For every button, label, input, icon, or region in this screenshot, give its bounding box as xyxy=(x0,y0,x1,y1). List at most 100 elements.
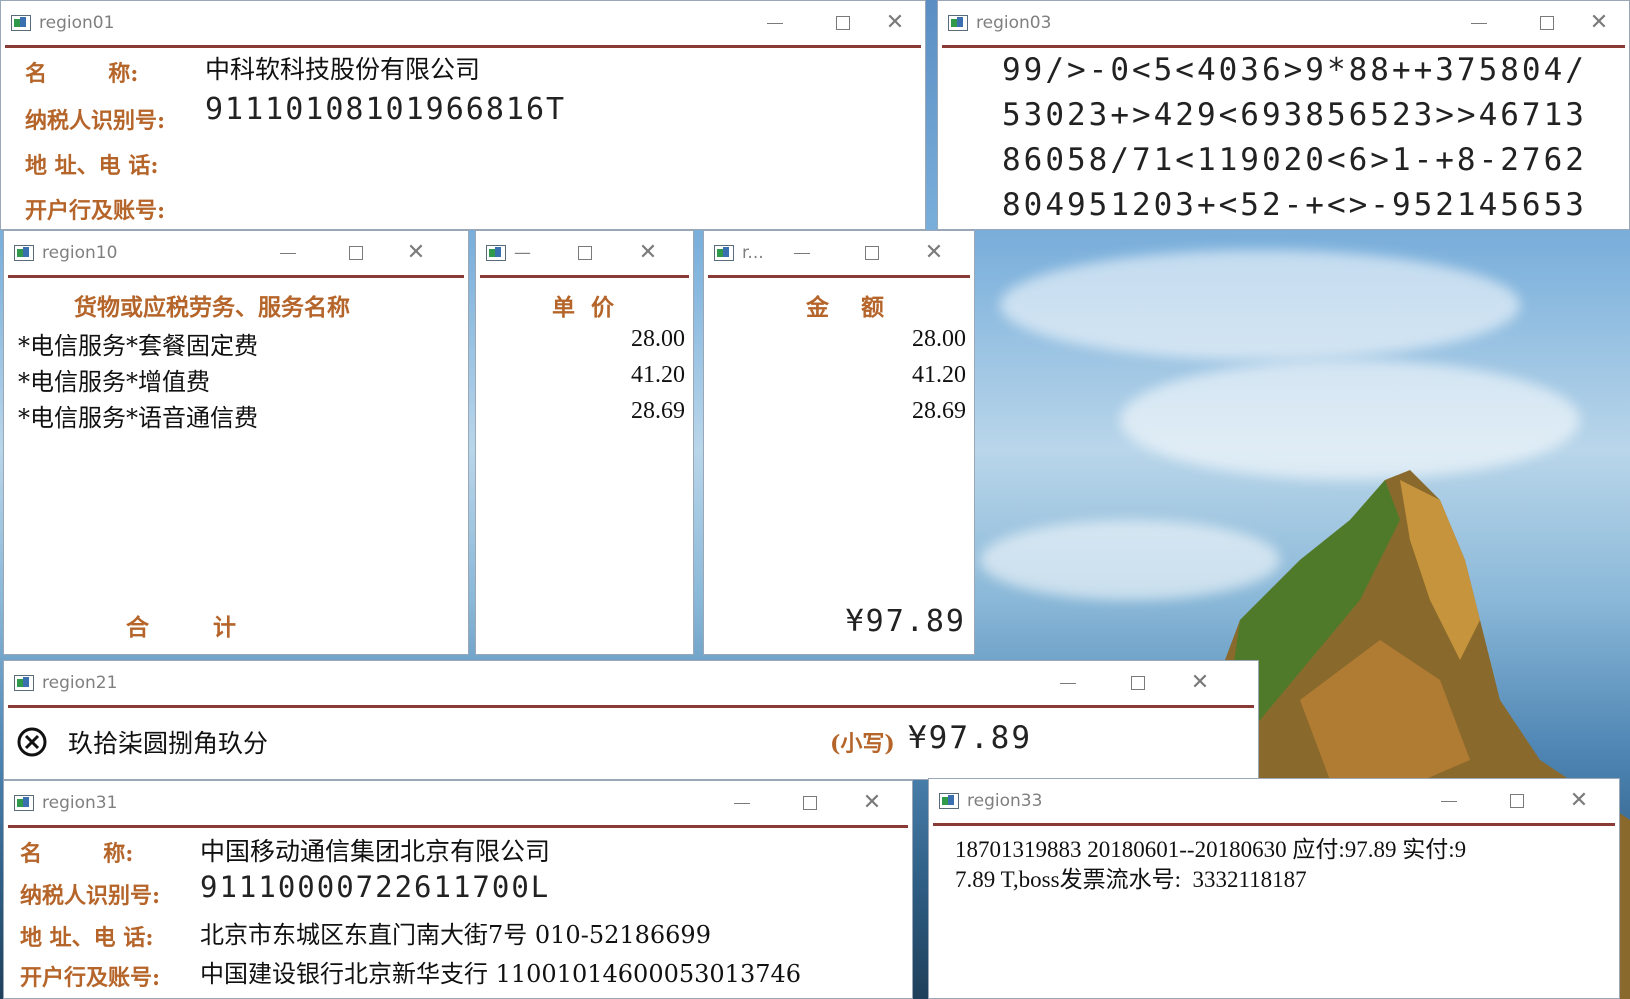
unit-price-value: 41.20 xyxy=(631,362,685,388)
close-icon[interactable]: ✕ xyxy=(1569,1,1629,45)
close-icon[interactable]: ✕ xyxy=(904,231,964,275)
maximize-icon[interactable] xyxy=(1527,1,1567,45)
maximize-icon[interactable] xyxy=(823,1,863,45)
unit-price-header: 单 价 xyxy=(552,294,615,321)
titlebar[interactable]: region31 ✕ xyxy=(4,781,912,825)
goods-header: 货物或应税劳务、服务名称 xyxy=(74,294,350,321)
app-window-icon xyxy=(939,793,959,809)
amount-column: 金 额 28.00 41.20 28.69 ¥97.89 xyxy=(708,275,970,650)
amount-in-words: 玖拾柒圆捌角玖分 xyxy=(68,729,269,758)
seller-tax-id-value: 91110000722611700L xyxy=(200,870,551,904)
close-icon[interactable]: ✕ xyxy=(386,231,446,275)
window-unit-price[interactable]: — ✕ 单 价 28.00 41.20 28.69 xyxy=(475,230,694,655)
total-row: 玖拾柒圆捌角玖分 (小写) ¥97.89 xyxy=(8,705,1254,775)
maximize-icon[interactable] xyxy=(565,231,605,275)
window-region33[interactable]: region33 ✕ 18701319883 20180601--2018063… xyxy=(928,778,1620,999)
window-title: r... xyxy=(742,243,764,263)
unit-price-value: 28.69 xyxy=(631,398,685,424)
amount-total: ¥97.89 xyxy=(845,604,966,639)
titlebar[interactable]: — ✕ xyxy=(476,231,693,275)
minimize-icon[interactable] xyxy=(1459,1,1499,45)
unit-price-column: 单 价 28.00 41.20 28.69 xyxy=(480,275,689,650)
remarks-line: 7.89 T,boss发票流水号: 3332118187 xyxy=(955,867,1307,892)
minimize-icon[interactable] xyxy=(268,231,308,275)
amount-value: 28.69 xyxy=(912,398,966,424)
minimize-icon[interactable] xyxy=(755,1,795,45)
titlebar[interactable]: region03 ✕ xyxy=(938,1,1629,45)
titlebar[interactable]: region21 ✕ xyxy=(4,661,1258,705)
maximize-icon[interactable] xyxy=(790,781,830,825)
address-label: 地 址、电 话: xyxy=(25,153,159,179)
amount-value: 41.20 xyxy=(912,362,966,388)
app-window-icon xyxy=(11,15,31,31)
minimize-icon[interactable] xyxy=(782,231,822,275)
window-region10[interactable]: region10 ✕ 货物或应税劳务、服务名称 *电信服务*套餐固定费 *电信服… xyxy=(3,230,469,655)
app-window-icon xyxy=(486,245,506,261)
close-icon[interactable]: ✕ xyxy=(1549,779,1609,823)
name-label: 名 称: xyxy=(25,61,139,87)
tax-id-label: 纳税人识别号: xyxy=(25,108,166,134)
titlebar[interactable]: r... ✕ xyxy=(704,231,974,275)
bank-label: 开户行及账号: xyxy=(25,198,166,224)
seller-tax-id-label: 纳税人识别号: xyxy=(20,883,161,909)
close-icon[interactable]: ✕ xyxy=(842,781,902,825)
seller-info: 名 称: 中国移动通信集团北京有限公司 纳税人识别号: 911100007226… xyxy=(8,825,908,994)
remarks-area: 18701319883 20180601--20180630 应付:97.89 … xyxy=(933,823,1615,994)
maximize-icon[interactable] xyxy=(336,231,376,275)
window-title: region21 xyxy=(42,673,118,693)
cipher-line: 53023+>429<69385652З>>46713 xyxy=(1002,97,1587,133)
unit-price-value: 28.00 xyxy=(631,326,685,352)
maximize-icon[interactable] xyxy=(1118,661,1158,705)
seller-name-label: 名 称: xyxy=(20,841,134,867)
cipher-area: 99/>-0<5<4036>9*88++375804/ 53023+>429<6… xyxy=(942,45,1625,225)
close-icon[interactable]: ✕ xyxy=(623,231,673,275)
app-window-icon xyxy=(948,15,968,31)
app-window-icon xyxy=(14,795,34,811)
minimize-icon[interactable] xyxy=(722,781,762,825)
titlebar[interactable]: region01 ✕ xyxy=(1,1,925,45)
window-title: region03 xyxy=(976,13,1052,33)
app-window-icon xyxy=(714,245,734,261)
remarks-line: 18701319883 20180601--20180630 应付:97.89 … xyxy=(955,837,1467,862)
seller-name-value: 中国移动通信集团北京有限公司 xyxy=(200,837,551,866)
window-title: region33 xyxy=(967,791,1043,811)
seller-address-label: 地 址、电 话: xyxy=(20,925,154,951)
minimize-icon[interactable] xyxy=(1048,661,1088,705)
window-amount[interactable]: r... ✕ 金 额 28.00 41.20 28.69 ¥97.89 xyxy=(703,230,975,655)
maximize-icon[interactable] xyxy=(1497,779,1537,823)
amount-header: 金 额 xyxy=(806,294,885,321)
minimize-icon[interactable] xyxy=(1429,779,1469,823)
cipher-line: 86058/71<119020<6>1-+8-2762 xyxy=(1002,142,1587,178)
close-icon[interactable]: ✕ xyxy=(1170,661,1230,705)
window-title: region31 xyxy=(42,793,118,813)
goods-item: *电信服务*增值费 xyxy=(18,368,210,396)
seller-bank-label: 开户行及账号: xyxy=(20,965,161,991)
window-title: region01 xyxy=(39,13,115,33)
window-region03[interactable]: region03 ✕ 99/>-0<5<4036>9*88++375804/ 5… xyxy=(937,0,1630,230)
window-title: — xyxy=(514,243,531,263)
window-region31[interactable]: region31 ✕ 名 称: 中国移动通信集团北京有限公司 纳税人识别号: 9… xyxy=(3,780,913,999)
total-label: 合 计 xyxy=(126,614,237,641)
cipher-line: 804951203+<52-+<>-952145653 xyxy=(1002,187,1587,223)
titlebar[interactable]: region33 ✕ xyxy=(929,779,1619,823)
close-icon[interactable]: ✕ xyxy=(865,1,925,45)
circle-x-icon xyxy=(17,727,47,757)
goods-item: *电信服务*语音通信费 xyxy=(18,404,258,432)
goods-item: *电信服务*套餐固定费 xyxy=(18,332,258,360)
seller-address-value: 北京市东城区东直门南大街7号 010-52186699 xyxy=(200,921,711,949)
cipher-line: 99/>-0<5<4036>9*88++375804/ xyxy=(1002,52,1587,88)
window-region01[interactable]: region01 ✕ 名 称: 中科软科技股份有限公司 纳税人识别号: 9111… xyxy=(0,0,926,230)
seller-bank-value: 中国建设银行北京新华支行 11001014600053013746 xyxy=(200,960,802,988)
window-content: 名 称: 中科软科技股份有限公司 纳税人识别号: 911101081019668… xyxy=(5,45,921,225)
tax-id-value: 91110108101966816T xyxy=(205,92,567,127)
small-amount-label: (小写) xyxy=(830,731,895,757)
app-window-icon xyxy=(14,245,34,261)
window-title: region10 xyxy=(42,243,118,263)
maximize-icon[interactable] xyxy=(852,231,892,275)
app-window-icon xyxy=(14,675,34,691)
window-region21[interactable]: region21 ✕ 玖拾柒圆捌角玖分 (小写) ¥97.89 xyxy=(3,660,1259,780)
amount-value: 28.00 xyxy=(912,326,966,352)
titlebar[interactable]: region10 ✕ xyxy=(4,231,468,275)
goods-column: 货物或应税劳务、服务名称 *电信服务*套餐固定费 *电信服务*增值费 *电信服务… xyxy=(8,275,464,650)
name-value: 中科软科技股份有限公司 xyxy=(205,55,481,84)
